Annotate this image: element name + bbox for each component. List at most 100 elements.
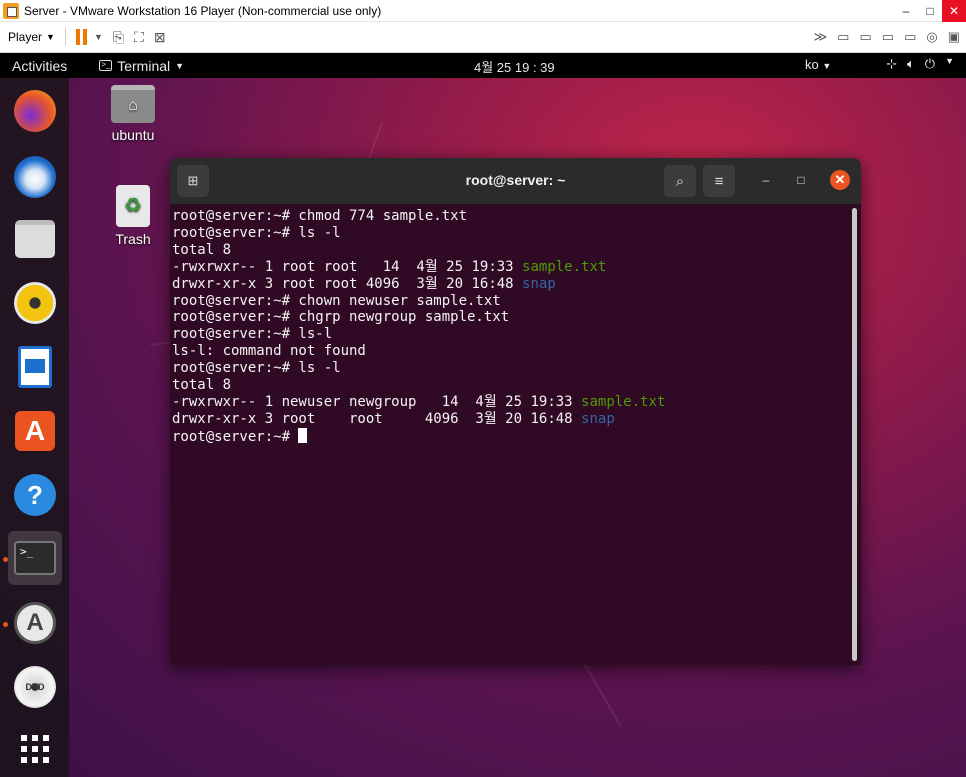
- search-button[interactable]: ⌕: [664, 165, 696, 197]
- terminal-cursor: [298, 427, 308, 443]
- clock[interactable]: 4월 25 19 : 39: [474, 57, 555, 76]
- terminal-minimize-button[interactable]: –: [756, 170, 776, 190]
- terminal-file-name: sample.txt: [522, 258, 607, 275]
- vmware-app-icon: [3, 2, 19, 19]
- terminal-output[interactable]: root@server:~# chmod 774 sample.txt root@…: [170, 206, 850, 661]
- display-icon[interactable]: ▣: [948, 29, 960, 45]
- dock-item-help[interactable]: ?: [8, 468, 62, 522]
- terminal-maximize-button[interactable]: □: [791, 170, 811, 190]
- fullscreen-icon[interactable]: ⛶: [134, 29, 144, 46]
- terminal-window[interactable]: ⊞ root@server: ~ ⌕ ≡ – □ ✕ root@server:~…: [170, 158, 861, 665]
- terminal-line-text: ls-l: command not found: [172, 343, 366, 360]
- app-menu-button[interactable]: >_ Terminal ▼: [99, 58, 184, 74]
- dock-item-dvd[interactable]: DVD: [8, 660, 62, 714]
- home-folder-icon: ⌂: [111, 85, 155, 123]
- dock-item-thunderbird[interactable]: [8, 150, 62, 204]
- hard-disk-icon[interactable]: ▭: [837, 29, 849, 45]
- terminal-prompt: root@server:~#: [172, 428, 299, 445]
- terminal-line-text: root@server:~# ls-l: [172, 326, 333, 343]
- terminal-icon: >_: [14, 541, 56, 575]
- terminal-line: total 8: [172, 242, 848, 259]
- dock-item-terminal[interactable]: >_: [8, 531, 62, 585]
- terminal-line-text: -rwxrwxr-- 1 newuser newgroup 14 4월 25 1…: [172, 393, 582, 410]
- files-icon: [15, 220, 55, 258]
- terminal-line-text: root@server:~# chgrp newgroup sample.txt: [172, 309, 510, 326]
- send-ctrl-alt-del-icon[interactable]: ⎘: [113, 29, 124, 46]
- hard-disk-2-icon[interactable]: ▭: [859, 29, 871, 45]
- terminal-line-text: root@server:~# ls -l: [172, 360, 341, 377]
- close-button[interactable]: ✕: [942, 0, 966, 22]
- cd-drive-icon[interactable]: ▭: [882, 29, 894, 45]
- software-updater-icon: A: [14, 602, 56, 644]
- dock-item-files[interactable]: [8, 212, 62, 266]
- vmware-toolbar: Player ▼ ▼ ⎘ ⛶ ⊠ ≫ ▭ ▭ ▭ ▭ ◎ ▣: [0, 22, 966, 53]
- terminal-file-name: snap: [522, 275, 556, 292]
- trash-label: Trash: [115, 231, 151, 247]
- ubuntu-desktop: Activities >_ Terminal ▼ 4월 25 19 : 39 k…: [0, 53, 966, 777]
- trash-icon: ♻: [116, 185, 150, 227]
- toolbar-divider: [64, 28, 66, 46]
- menu-button[interactable]: ≡: [703, 165, 735, 197]
- show-applications-icon: [21, 735, 49, 763]
- network-adapter-icon[interactable]: ▭: [904, 29, 916, 45]
- terminal-line-text: root@server:~# chmod 774 sample.txt: [172, 208, 468, 224]
- terminal-line: root@server:~# chgrp newgroup sample.txt: [172, 309, 848, 326]
- terminal-line: drwxr-xr-x 3 root root 4096 3월 20 16:48 …: [172, 411, 848, 428]
- vmware-window-title: Server - VMware Workstation 16 Player (N…: [24, 3, 382, 18]
- terminal-line: root@server:~# ls-l: [172, 326, 848, 343]
- terminal-header-bar[interactable]: ⊞ root@server: ~ ⌕ ≡ – □ ✕: [170, 158, 861, 204]
- terminal-scrollbar[interactable]: [852, 208, 857, 661]
- app-menu-label: Terminal: [117, 57, 171, 74]
- more-devices-icon[interactable]: ≫: [814, 29, 828, 45]
- player-menu-label: Player: [8, 30, 43, 44]
- ubuntu-software-icon: A: [15, 411, 55, 451]
- terminal-line: root@server:~# ls -l: [172, 225, 848, 242]
- volume-icon: 🔈︎: [906, 56, 915, 71]
- unity-mode-icon[interactable]: ⊠: [154, 29, 166, 46]
- desktop-icon-home[interactable]: ⌂ ubuntu: [106, 85, 160, 143]
- terminal-close-button[interactable]: ✕: [830, 170, 850, 190]
- home-folder-label: ubuntu: [111, 127, 155, 143]
- terminal-file-name: sample.txt: [581, 393, 666, 410]
- libreoffice-writer-icon: [18, 346, 52, 388]
- dock-item-rhythmbox[interactable]: [8, 276, 62, 330]
- terminal-line: -rwxrwxr-- 1 newuser newgroup 14 4월 25 1…: [172, 394, 848, 411]
- input-language-button[interactable]: ko ▼: [805, 57, 831, 72]
- dock: A ? >_ A DVD: [0, 78, 69, 777]
- terminal-line-text: drwxr-xr-x 3 root root 4096 3월 20 16:48: [172, 275, 523, 292]
- system-menu[interactable]: ⊹ 🔈︎ ⏻ ▼: [886, 56, 954, 72]
- sound-card-icon[interactable]: ◎: [926, 29, 937, 45]
- firefox-icon: [14, 90, 56, 132]
- terminal-line: root@server:~# chmod 774 sample.txt: [172, 208, 848, 225]
- dock-item-software[interactable]: A: [8, 404, 62, 458]
- rhythmbox-icon: [14, 282, 56, 324]
- pause-icon[interactable]: [75, 29, 88, 45]
- player-menu-button[interactable]: Player ▼: [8, 30, 55, 44]
- power-icon: ⏻: [924, 56, 936, 71]
- dock-item-updater[interactable]: A: [8, 596, 62, 650]
- activities-button[interactable]: Activities: [12, 58, 67, 74]
- desktop-icon-trash[interactable]: ♻ Trash: [106, 185, 160, 247]
- terminal-line: root@server:~# chown newuser sample.txt: [172, 293, 848, 310]
- terminal-line: ls-l: command not found: [172, 343, 848, 360]
- terminal-small-icon: >_: [99, 60, 113, 71]
- chevron-down-icon: ▼: [46, 32, 55, 42]
- minimize-button[interactable]: –: [894, 0, 918, 22]
- terminal-line-text: total 8: [172, 377, 232, 394]
- search-icon: ⌕: [675, 172, 685, 190]
- show-applications-button[interactable]: [8, 722, 62, 776]
- terminal-line-text: root@server:~# chown newuser sample.txt: [172, 292, 501, 309]
- terminal-line-text: total 8: [172, 241, 232, 258]
- help-icon: ?: [14, 474, 56, 516]
- terminal-line: drwxr-xr-x 3 root root 4096 3월 20 16:48 …: [172, 276, 848, 293]
- terminal-file-name: snap: [581, 410, 615, 427]
- dock-item-writer[interactable]: [8, 340, 62, 394]
- maximize-button[interactable]: □: [918, 0, 942, 22]
- dock-item-firefox[interactable]: [8, 84, 62, 138]
- chevron-down-icon: ▼: [822, 61, 832, 71]
- terminal-prompt-line[interactable]: root@server:~#: [172, 427, 848, 446]
- chevron-down-icon: ▼: [945, 56, 954, 66]
- dvd-icon: DVD: [14, 666, 56, 708]
- pause-dropdown-icon[interactable]: ▼: [94, 32, 103, 42]
- gnome-top-bar: Activities >_ Terminal ▼ 4월 25 19 : 39 k…: [0, 53, 966, 78]
